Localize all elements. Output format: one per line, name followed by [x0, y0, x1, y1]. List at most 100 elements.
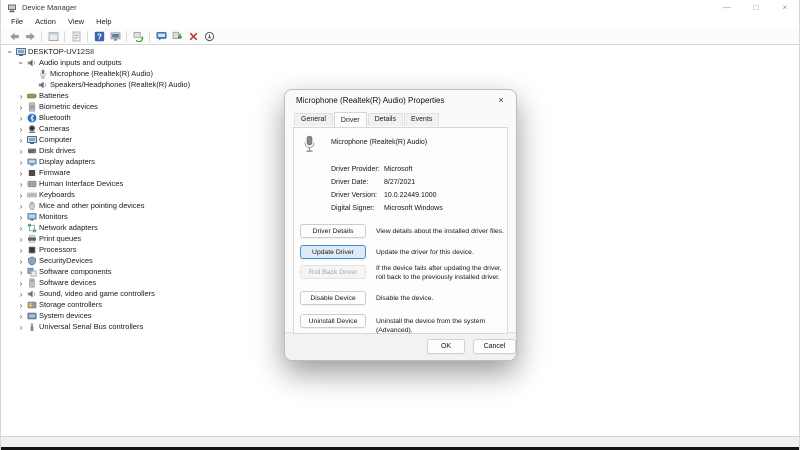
speaker-icon [26, 289, 37, 299]
uninstall-device-description: Uninstall the device from the system (Ad… [376, 318, 486, 335]
chevron-right-icon[interactable]: › [16, 135, 26, 145]
tree-item-label: Display adapters [39, 157, 95, 166]
dialog-close-button[interactable]: × [494, 93, 508, 107]
chevron-right-icon[interactable]: › [16, 234, 26, 244]
tab-general[interactable]: General [294, 113, 333, 126]
troubleshoot-icon[interactable] [154, 30, 168, 43]
uninstall-device-icon[interactable] [186, 30, 200, 43]
toolbar-separator [41, 30, 42, 42]
dialog-footer: OK Cancel [285, 332, 516, 360]
chevron-right-icon[interactable]: › [16, 245, 26, 255]
toolbar-separator [64, 30, 65, 42]
tab-events[interactable]: Events [403, 113, 440, 126]
tree-item-label: Batteries [39, 91, 69, 100]
maximize-button[interactable]: □ [750, 0, 762, 15]
chevron-right-icon[interactable]: › [16, 102, 26, 112]
tree-item-label: Keyboards [39, 190, 75, 199]
driver-details-button[interactable]: Driver Details [300, 224, 366, 238]
update-driver-button[interactable]: Update Driver [300, 245, 366, 259]
chevron-right-icon[interactable]: › [16, 146, 26, 156]
chevron-right-icon[interactable]: › [16, 223, 26, 233]
hid-icon [26, 179, 37, 189]
disable-device-button[interactable]: Disable Device [300, 291, 366, 305]
chevron-down-icon[interactable]: › [16, 58, 26, 68]
disable-device-icon[interactable] [202, 30, 216, 43]
microphone-icon [37, 69, 48, 79]
properties-icon[interactable] [108, 30, 122, 43]
menu-help[interactable]: Help [92, 17, 119, 26]
export-list-icon[interactable] [69, 30, 83, 43]
tree-item-desktop-uv12sii[interactable]: › DESKTOP-UV12SII [2, 46, 798, 57]
no-chevron [27, 69, 37, 79]
tree-item-label: Bluetooth [39, 113, 71, 122]
device-manager-app-icon [7, 3, 17, 13]
menu-action[interactable]: Action [31, 17, 64, 26]
tree-item-label: Sound, video and game controllers [39, 289, 155, 298]
tree-item-audio-inputs-and-outputs[interactable]: › Audio inputs and outputs [2, 57, 798, 68]
disable-device-description: Disable the device. [376, 295, 434, 302]
tab-driver[interactable]: Driver [333, 112, 367, 127]
help-icon[interactable]: ? [92, 30, 106, 43]
chevron-right-icon[interactable]: › [16, 278, 26, 288]
software-component-icon [26, 267, 37, 277]
chevron-right-icon[interactable]: › [16, 322, 26, 332]
chevron-right-icon[interactable]: › [16, 256, 26, 266]
tree-item-label: Disk drives [39, 146, 76, 155]
menu-view[interactable]: View [64, 17, 92, 26]
security-icon [26, 255, 37, 266]
field-value-driver-provider: Microsoft [384, 166, 413, 173]
no-chevron [27, 80, 37, 90]
uninstall-device-button[interactable]: Uninstall Device [300, 314, 366, 328]
chevron-right-icon[interactable]: › [16, 289, 26, 299]
console-window-icon[interactable] [46, 30, 60, 43]
toolbar-separator [87, 30, 88, 42]
chevron-right-icon[interactable]: › [16, 113, 26, 123]
toolbar: ? [1, 28, 799, 45]
update-driver-description: Update the driver for this device. [376, 249, 474, 256]
disk-icon [26, 146, 37, 156]
tab-details[interactable]: Details [367, 113, 403, 126]
computer-icon [15, 47, 26, 57]
tree-item-microphone[interactable]: Microphone (Realtek(R) Audio) [2, 68, 798, 79]
tree-item-label: Network adapters [39, 223, 98, 232]
chevron-right-icon[interactable]: › [16, 168, 26, 178]
chevron-right-icon[interactable]: › [16, 124, 26, 134]
update-driver-icon[interactable] [170, 30, 184, 43]
chevron-right-icon[interactable]: › [16, 300, 26, 310]
chevron-right-icon[interactable]: › [16, 190, 26, 200]
roll-back-driver-button: Roll Back Driver [300, 265, 366, 279]
chevron-right-icon[interactable]: › [16, 157, 26, 167]
tree-item-label: Speakers/Headphones (Realtek(R) Audio) [50, 80, 191, 89]
tree-item-label: DESKTOP-UV12SII [28, 47, 95, 56]
scan-hardware-icon[interactable] [131, 30, 145, 43]
driver-tab-page: Microphone (Realtek(R) Audio) Driver Pro… [293, 127, 508, 334]
keyboard-icon [26, 190, 37, 200]
field-label-driver-version: Driver Version: [331, 192, 377, 199]
chevron-right-icon[interactable]: › [16, 201, 26, 211]
speaker-icon [26, 58, 37, 68]
menu-file[interactable]: File [7, 17, 31, 26]
ok-button[interactable]: OK [427, 339, 465, 354]
tree-item-label: Universal Serial Bus controllers [39, 322, 144, 331]
chevron-right-icon[interactable]: › [16, 311, 26, 321]
chevron-right-icon[interactable]: › [16, 212, 26, 222]
forward-icon[interactable] [23, 30, 37, 43]
minimize-button[interactable]: — [721, 0, 733, 15]
tree-item-label: Mice and other pointing devices [39, 201, 145, 210]
tree-item-label: SecurityDevices [39, 256, 93, 265]
chevron-right-icon[interactable]: › [16, 91, 26, 101]
back-icon[interactable] [7, 30, 21, 43]
close-button[interactable]: × [779, 0, 791, 15]
display-adapter-icon [26, 157, 37, 167]
chevron-right-icon[interactable]: › [16, 179, 26, 189]
microphone-icon [302, 135, 317, 156]
tree-item-label: Biometric devices [39, 102, 98, 111]
tree-item-label: Human Interface Devices [39, 179, 124, 188]
cancel-button[interactable]: Cancel [473, 339, 516, 354]
speaker-icon [37, 80, 48, 90]
chevron-right-icon[interactable]: › [16, 267, 26, 277]
chevron-down-icon[interactable]: › [5, 47, 15, 57]
printer-icon [26, 234, 37, 244]
dialog-title-bar: Microphone (Realtek(R) Audio) Properties… [285, 90, 516, 110]
fingerprint-icon [26, 102, 37, 112]
